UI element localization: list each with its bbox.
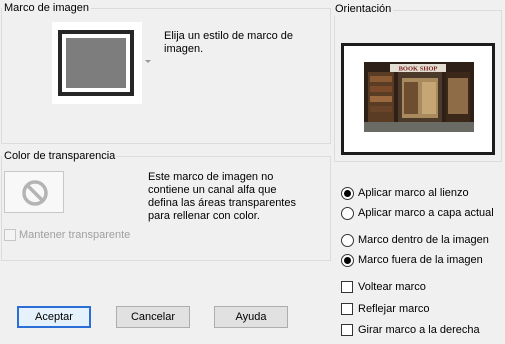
frame-outside-radio[interactable]	[341, 254, 354, 267]
cancel-button[interactable]: Cancelar	[116, 306, 190, 328]
frame-thumbnail-image	[66, 38, 126, 88]
rotate-frame-checkbox[interactable]	[341, 324, 353, 336]
frame-outside-label: Marco fuera de la imagen	[358, 254, 483, 266]
keep-transparent-checkbox[interactable]	[4, 229, 16, 241]
transparency-color-swatch[interactable]	[4, 171, 64, 213]
transparency-description-line1: Este marco de imagen no	[148, 171, 274, 183]
frame-style-group	[1, 8, 331, 144]
help-button[interactable]: Ayuda	[214, 306, 288, 328]
frame-style-thumbnail[interactable]	[52, 22, 142, 104]
mirror-frame-checkbox[interactable]	[341, 303, 353, 315]
transparency-description-line2: contiene un canal alfa que	[148, 184, 277, 196]
apply-to-canvas-label: Aplicar marco al lienzo	[358, 187, 469, 199]
apply-to-canvas-radio[interactable]	[341, 187, 354, 200]
keep-transparent-label: Mantener transparente	[19, 229, 131, 241]
chevron-down-icon[interactable]	[145, 60, 151, 63]
frame-style-description-line1: Elija un estilo de marco de	[164, 30, 294, 42]
frame-inside-label: Marco dentro de la imagen	[358, 234, 489, 246]
frame-style-group-title: Marco de imagen	[2, 2, 91, 15]
accept-button[interactable]: Aceptar	[17, 306, 91, 328]
frame-inside-radio[interactable]	[341, 234, 354, 247]
flip-frame-checkbox[interactable]	[341, 281, 353, 293]
frame-preview: BOOK SHOP	[341, 43, 495, 155]
prohibited-icon	[22, 180, 48, 206]
apply-to-layer-label: Aplicar marco a capa actual	[358, 207, 494, 219]
frame-thumbnail-border	[58, 30, 134, 96]
flip-frame-label: Voltear marco	[358, 281, 426, 293]
transparency-group-title: Color de transparencia	[2, 150, 118, 163]
preview-photo: BOOK SHOP	[364, 62, 474, 132]
bookshop-photo-image: BOOK SHOP	[364, 62, 474, 132]
frame-style-description-line2: imagen.	[164, 43, 204, 55]
mirror-frame-label: Reflejar marco	[358, 303, 430, 315]
preview-sign-text: BOOK SHOP	[399, 66, 438, 73]
transparency-description-line3: defina las áreas transparentes	[148, 197, 296, 209]
apply-to-layer-radio[interactable]	[341, 207, 354, 220]
transparency-description-line4: para rellenar con color.	[148, 210, 260, 222]
rotate-frame-label: Girar marco a la derecha	[358, 324, 480, 336]
orientation-group-title: Orientación	[333, 3, 394, 16]
